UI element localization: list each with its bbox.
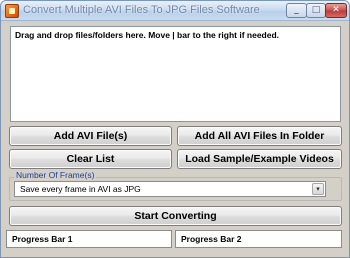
add-folder-button[interactable]: Add All AVI Files In Folder bbox=[177, 126, 342, 146]
progress-bar-2: Progress Bar 2 bbox=[175, 230, 342, 248]
frames-select-value: Save every frame in AVI as JPG bbox=[20, 184, 141, 194]
clear-list-button[interactable]: Clear List bbox=[9, 149, 172, 169]
file-drop-list[interactable]: Drag and drop files/folders here. Move |… bbox=[10, 26, 341, 122]
app-icon bbox=[5, 4, 19, 18]
chevron-down-icon[interactable]: ▾ bbox=[312, 183, 324, 195]
minimize-button[interactable]: _ bbox=[286, 3, 307, 18]
window-title: Convert Multiple AVI Files To JPG Files … bbox=[23, 4, 260, 16]
app-window: Convert Multiple AVI Files To JPG Files … bbox=[0, 0, 350, 258]
progress-bar-1-label: Progress Bar 1 bbox=[12, 234, 73, 244]
load-sample-button[interactable]: Load Sample/Example Videos bbox=[177, 149, 342, 169]
frames-group-label: Number Of Frame(s) bbox=[14, 170, 97, 180]
drop-hint: Drag and drop files/folders here. Move |… bbox=[15, 30, 280, 40]
close-button[interactable]: ✕ bbox=[325, 3, 347, 18]
title-bar[interactable]: Convert Multiple AVI Files To JPG Files … bbox=[1, 1, 349, 21]
add-avi-files-button[interactable]: Add AVI File(s) bbox=[9, 126, 172, 146]
progress-bar-1: Progress Bar 1 bbox=[6, 230, 172, 248]
frames-select[interactable]: Save every frame in AVI as JPG ▾ bbox=[14, 181, 326, 197]
start-converting-button[interactable]: Start Converting bbox=[9, 206, 342, 226]
maximize-button[interactable]: □ bbox=[306, 3, 326, 18]
progress-bar-2-label: Progress Bar 2 bbox=[181, 234, 242, 244]
